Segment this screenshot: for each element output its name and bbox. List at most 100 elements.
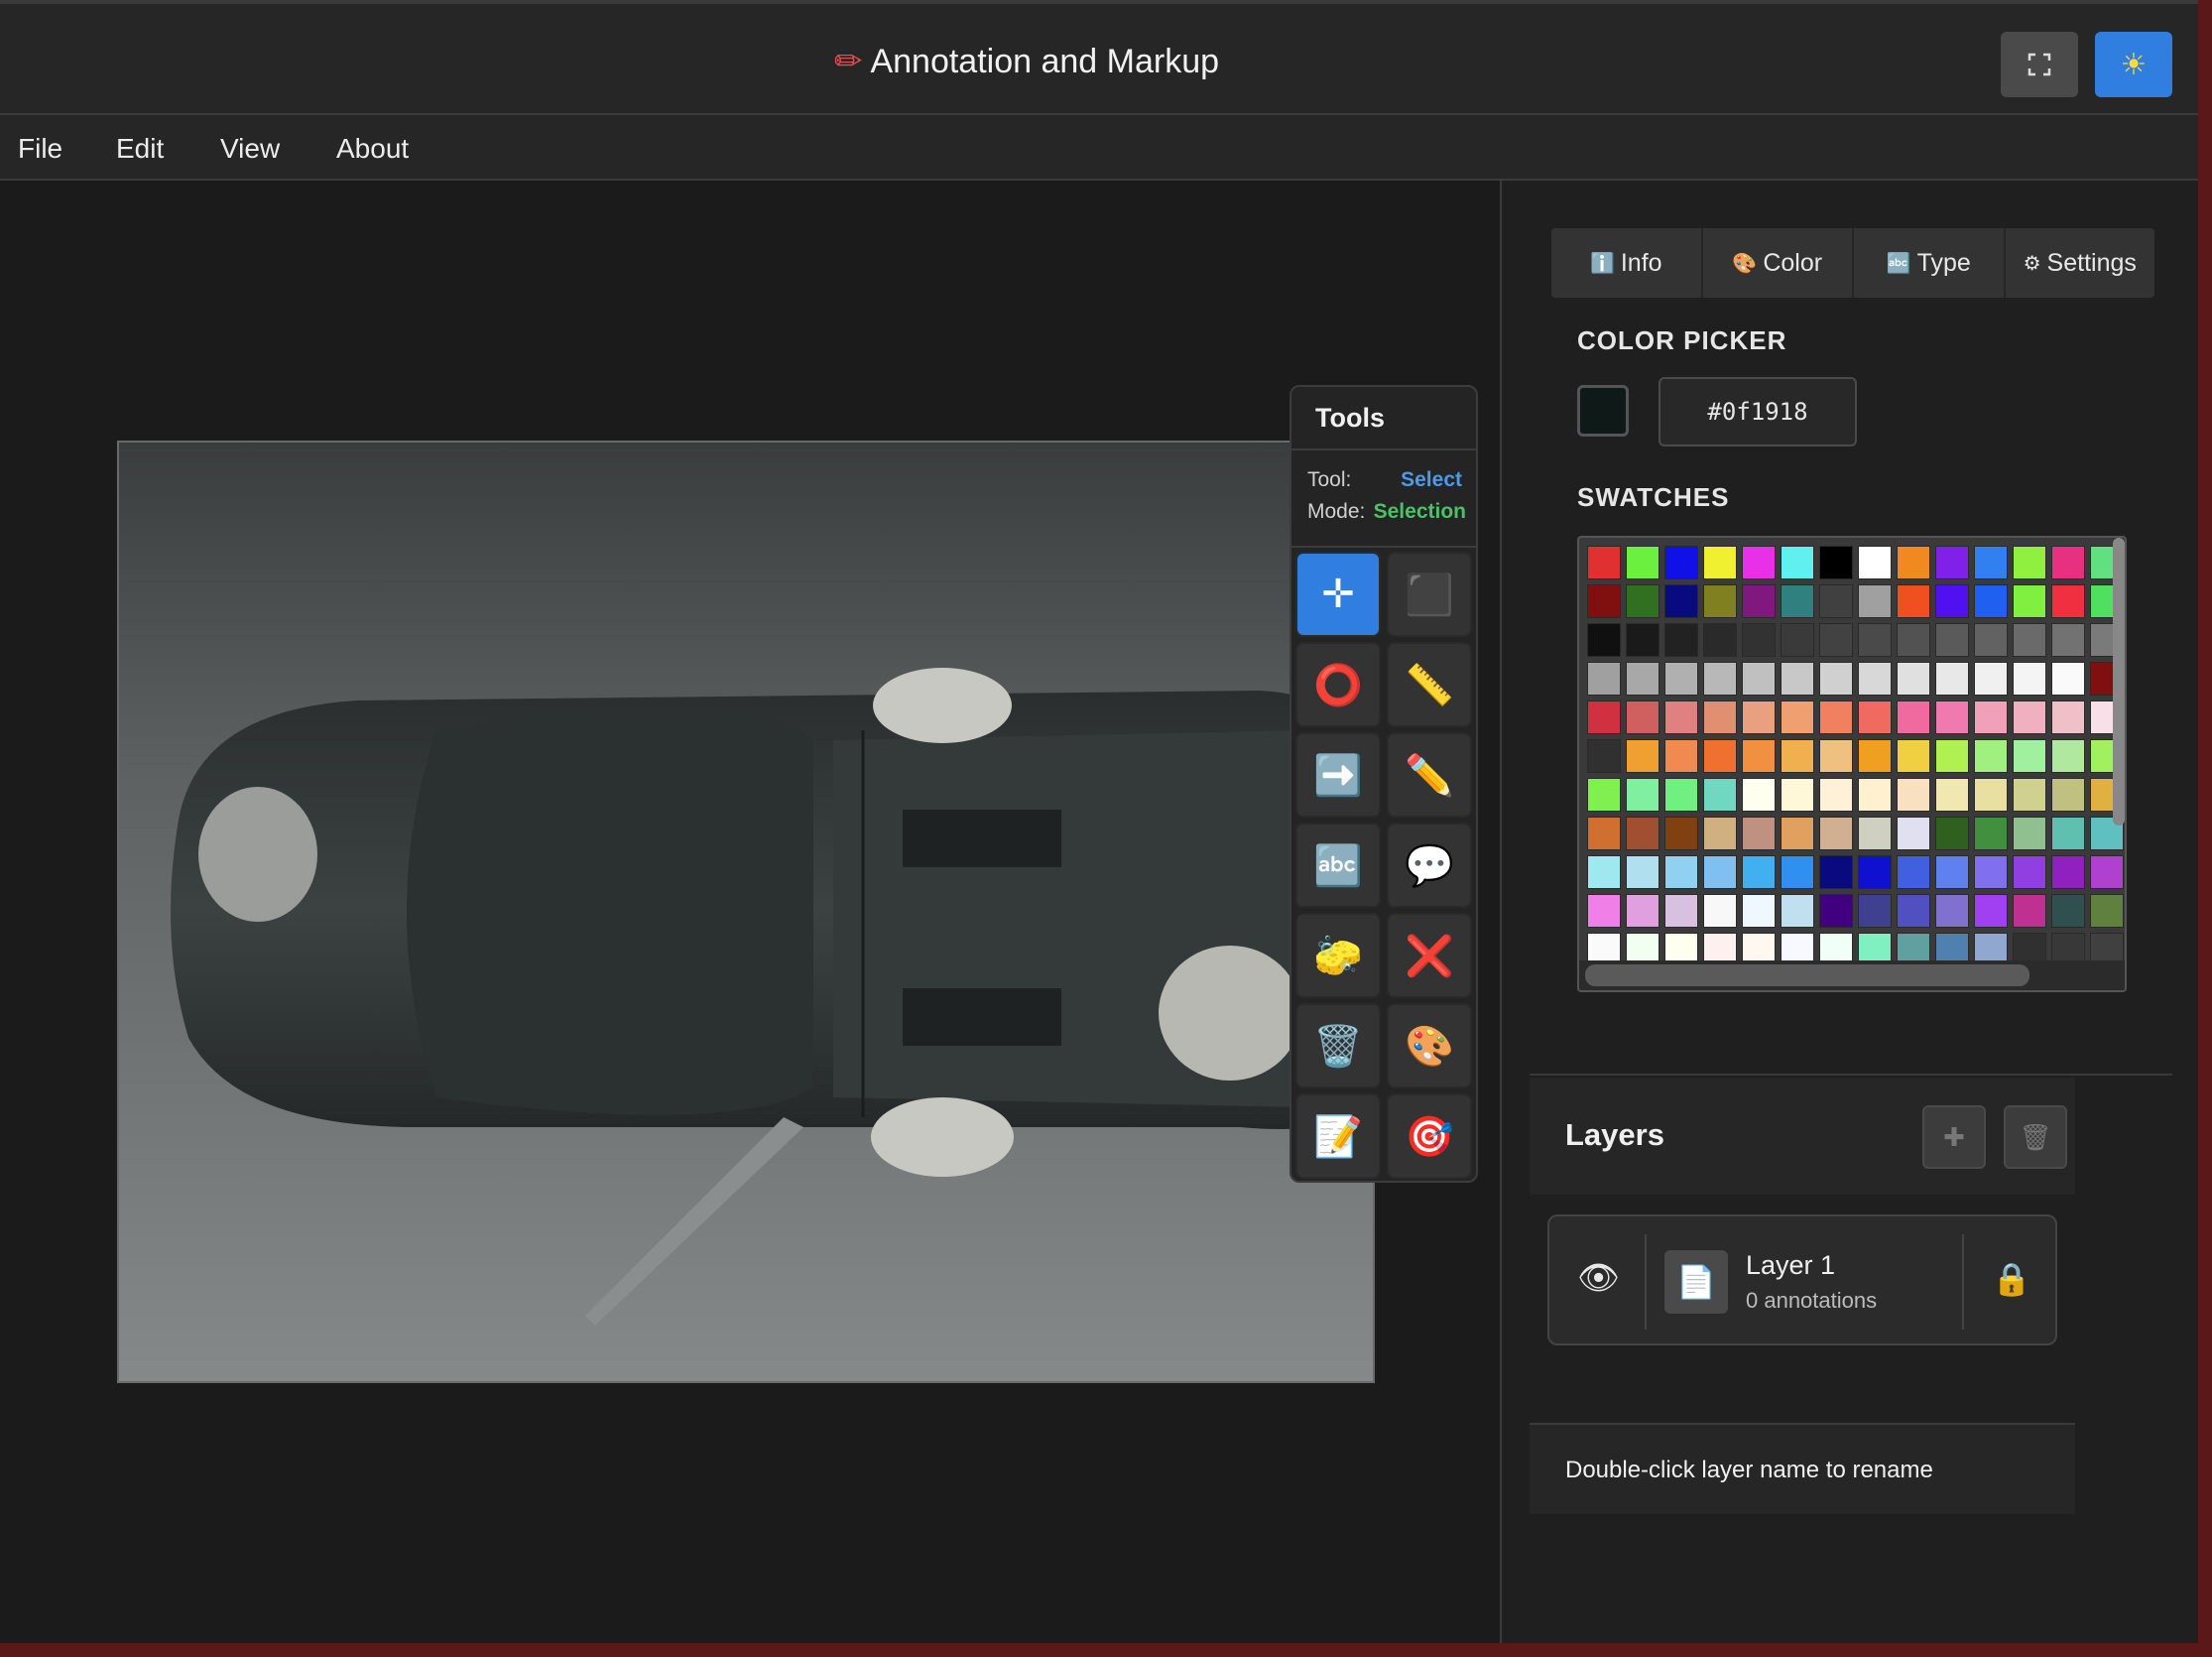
color-swatch[interactable] — [1626, 623, 1659, 657]
color-swatch[interactable] — [1781, 701, 1814, 734]
color-swatch[interactable] — [1974, 662, 2008, 696]
tool-notes-button[interactable]: 📝 — [1295, 1093, 1381, 1179]
tab-settings[interactable]: ⚙ Settings — [2006, 228, 2155, 298]
menu-file[interactable]: File — [18, 133, 62, 165]
color-swatch[interactable] — [2051, 662, 2085, 696]
color-swatch[interactable] — [1742, 701, 1776, 734]
color-swatch[interactable] — [1626, 778, 1659, 812]
tool-callout-button[interactable]: 💬 — [1387, 823, 1472, 908]
menu-edit[interactable]: Edit — [116, 133, 164, 165]
color-swatch[interactable] — [1819, 894, 1853, 928]
vertical-scroll-thumb[interactable] — [2113, 538, 2125, 826]
tab-type[interactable]: 🔤 Type — [1854, 228, 2006, 298]
color-swatch[interactable] — [1858, 701, 1892, 734]
tool-circle-button[interactable]: ⭕ — [1295, 642, 1381, 727]
color-swatch[interactable] — [1742, 546, 1776, 579]
color-swatch[interactable] — [2051, 894, 2085, 928]
color-swatch[interactable] — [1703, 584, 1737, 618]
color-swatch[interactable] — [1664, 778, 1698, 812]
color-swatch[interactable] — [1897, 623, 1930, 657]
color-swatch[interactable] — [1781, 662, 1814, 696]
color-swatch[interactable] — [1897, 739, 1930, 773]
tab-info[interactable]: ℹ️ Info — [1551, 228, 1703, 298]
tool-trash-button[interactable]: 🗑️ — [1295, 1003, 1381, 1088]
color-swatch[interactable] — [1897, 662, 1930, 696]
color-swatch[interactable] — [1935, 701, 1969, 734]
color-swatch[interactable] — [1742, 662, 1776, 696]
color-swatch[interactable] — [1974, 623, 2008, 657]
tool-rectangle-button[interactable]: ⬛ — [1387, 552, 1472, 637]
color-swatch[interactable] — [1897, 584, 1930, 618]
color-swatch[interactable] — [1587, 623, 1621, 657]
color-swatch[interactable] — [1819, 739, 1853, 773]
color-swatch[interactable] — [2051, 739, 2085, 773]
color-swatch[interactable] — [1974, 778, 2008, 812]
color-swatch[interactable] — [1974, 817, 2008, 850]
color-swatch[interactable] — [1858, 623, 1892, 657]
tool-palette-button[interactable]: 🎨 — [1387, 1003, 1472, 1088]
menu-view[interactable]: View — [220, 133, 280, 165]
color-swatch[interactable] — [1819, 662, 1853, 696]
hex-input[interactable]: #0f1918 — [1659, 377, 1857, 446]
color-swatch[interactable] — [1781, 546, 1814, 579]
color-swatch[interactable] — [2090, 855, 2124, 889]
color-swatch[interactable] — [1935, 584, 1969, 618]
color-swatch[interactable] — [1935, 546, 1969, 579]
color-swatch[interactable] — [1974, 584, 2008, 618]
annotated-image[interactable] — [117, 441, 1375, 1383]
color-swatch[interactable] — [1819, 817, 1853, 850]
color-swatch[interactable] — [2013, 701, 2046, 734]
color-swatch[interactable] — [1703, 623, 1737, 657]
color-swatch[interactable] — [1897, 701, 1930, 734]
color-swatch[interactable] — [1974, 739, 2008, 773]
color-swatch[interactable] — [1858, 778, 1892, 812]
color-swatch[interactable] — [1935, 817, 1969, 850]
color-swatch[interactable] — [2013, 778, 2046, 812]
color-swatch[interactable] — [1858, 894, 1892, 928]
color-swatch[interactable] — [1781, 739, 1814, 773]
color-swatch[interactable] — [1742, 584, 1776, 618]
color-swatch[interactable] — [1703, 739, 1737, 773]
color-swatch[interactable] — [1664, 701, 1698, 734]
color-swatch[interactable] — [2013, 623, 2046, 657]
color-swatch[interactable] — [1974, 701, 2008, 734]
color-swatch[interactable] — [1626, 662, 1659, 696]
color-swatch[interactable] — [1897, 894, 1930, 928]
color-swatch[interactable] — [2051, 701, 2085, 734]
color-swatch[interactable] — [1587, 662, 1621, 696]
color-swatch[interactable] — [1587, 855, 1621, 889]
tool-pencil-button[interactable]: ✏️ — [1387, 732, 1472, 818]
color-swatch[interactable] — [1587, 894, 1621, 928]
color-swatch[interactable] — [1703, 778, 1737, 812]
color-swatch[interactable] — [1781, 778, 1814, 812]
color-swatch[interactable] — [1664, 623, 1698, 657]
color-swatch[interactable] — [1703, 855, 1737, 889]
tool-arrow-button[interactable]: ➡️ — [1295, 732, 1381, 818]
tool-target-button[interactable]: 🎯 — [1387, 1093, 1472, 1179]
color-swatch[interactable] — [2051, 546, 2085, 579]
color-swatch[interactable] — [2051, 584, 2085, 618]
tab-color[interactable]: 🎨 Color — [1703, 228, 1854, 298]
swatch-horizontal-scrollbar[interactable] — [1579, 960, 2125, 990]
color-swatch[interactable] — [1742, 855, 1776, 889]
color-swatch[interactable] — [1587, 739, 1621, 773]
tool-text-button[interactable]: 🔤 — [1295, 823, 1381, 908]
delete-layer-button[interactable]: 🗑 — [2004, 1105, 2067, 1169]
color-swatch[interactable] — [1781, 894, 1814, 928]
color-swatch[interactable] — [2013, 584, 2046, 618]
color-swatch[interactable] — [1626, 546, 1659, 579]
color-swatch[interactable] — [1858, 662, 1892, 696]
color-swatch[interactable] — [1664, 546, 1698, 579]
color-swatch[interactable] — [1664, 817, 1698, 850]
color-swatch[interactable] — [1974, 546, 2008, 579]
tool-eraser-button[interactable]: 🧽 — [1295, 913, 1381, 998]
fullscreen-button[interactable] — [2001, 32, 2078, 97]
color-swatch[interactable] — [1742, 623, 1776, 657]
color-swatch[interactable] — [1626, 817, 1659, 850]
color-swatch[interactable] — [1664, 584, 1698, 618]
color-swatch[interactable] — [1703, 894, 1737, 928]
color-swatch[interactable] — [1664, 739, 1698, 773]
color-swatch[interactable] — [1781, 855, 1814, 889]
color-swatch[interactable] — [1664, 894, 1698, 928]
color-swatch[interactable] — [2013, 546, 2046, 579]
